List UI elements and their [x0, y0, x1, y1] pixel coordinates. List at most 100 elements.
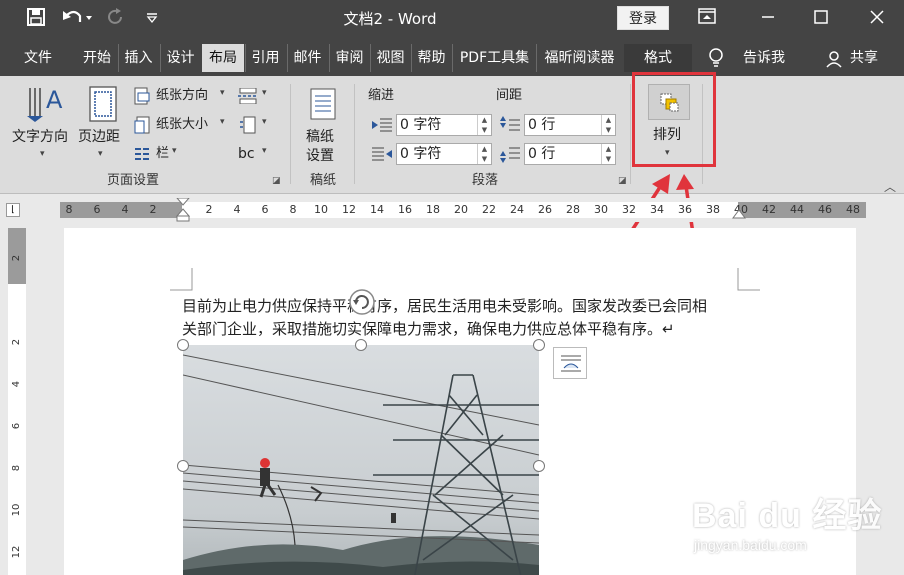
- window-title: 文档2 - Word: [343, 10, 437, 28]
- paper-size-button[interactable]: 纸张大小 ▾: [134, 115, 234, 135]
- spinner-arrows-icon[interactable]: ▲ ▼: [601, 115, 615, 135]
- restore-button[interactable]: [808, 8, 834, 30]
- ruler-tick-label: 30: [594, 203, 608, 216]
- spinner-arrows-icon[interactable]: ▲ ▼: [477, 144, 491, 164]
- word-window: 文档2 - Word 登录 文件 开始 插入 设计 布局 引用 邮件 审阅 视图…: [0, 0, 904, 575]
- rotate-handle-icon[interactable]: [348, 288, 376, 316]
- ruler-tick-label: 8: [65, 203, 73, 216]
- resize-handle[interactable]: [177, 460, 189, 472]
- undo-icon[interactable]: [60, 8, 94, 30]
- ruler-tick-label: 6: [93, 203, 101, 216]
- ribbon-tabs: 文件 开始 插入 设计 布局 引用 邮件 审阅 视图 帮助 PDF工具集 福昕阅…: [0, 38, 904, 76]
- ruler-tick-label: 6: [261, 203, 269, 216]
- ruler-tick-label: 46: [818, 203, 832, 216]
- tab-foxit-reader[interactable]: 福昕阅读器: [536, 44, 622, 72]
- vruler-tick-label: 6: [11, 422, 22, 430]
- vertical-ruler: 2 2 4 6 8 10 12: [0, 228, 28, 575]
- text-direction-button[interactable]: A 文字方向: [12, 84, 72, 154]
- indent-left-icon: [372, 118, 392, 132]
- page-setup-group-label: 页面设置: [106, 173, 159, 188]
- orientation-button[interactable]: 纸张方向 ▾: [134, 86, 234, 106]
- breaks-icon: [238, 88, 258, 104]
- indent-left-value: 0 字符: [400, 117, 442, 133]
- vruler-tick-label: 2: [11, 254, 22, 262]
- spacing-before-input[interactable]: 0 行 ▲ ▼: [524, 114, 616, 136]
- ruler-tick-label: 38: [706, 203, 720, 216]
- spacing-before-value: 0 行: [528, 117, 556, 133]
- ruler-tick-label: 12: [342, 203, 356, 216]
- tab-view[interactable]: 视图: [370, 44, 410, 72]
- indent-right-value: 0 字符: [400, 146, 442, 162]
- tab-format[interactable]: 格式: [624, 44, 692, 72]
- ruler-tick-label: 28: [566, 203, 580, 216]
- resize-handle[interactable]: [177, 339, 189, 351]
- customize-qat-icon[interactable]: [142, 8, 162, 30]
- collapse-ribbon-icon[interactable]: ︿: [884, 178, 896, 195]
- spacing-after-value: 0 行: [528, 146, 556, 162]
- breaks-button[interactable]: ▾: [238, 86, 272, 106]
- selected-picture[interactable]: [183, 345, 539, 575]
- minimize-button[interactable]: [755, 8, 781, 30]
- indent-right-icon: [372, 147, 392, 161]
- ruler-tick-label: 22: [482, 203, 496, 216]
- paragraph-group-label: 段落: [471, 173, 498, 188]
- ribbon-display-options-icon[interactable]: [694, 8, 720, 30]
- manuscript-group-label: 稿纸: [309, 173, 336, 188]
- right-indent-marker-icon[interactable]: [732, 204, 746, 220]
- tab-home[interactable]: 开始: [77, 44, 117, 72]
- horizontal-ruler[interactable]: ⌊ 8 6 4 2 2 4 6 8 10 12 14 16 18 20 22 24 26 28 30 32 34 36 38…: [0, 198, 904, 222]
- ruler-tick-label: 14: [370, 203, 384, 216]
- tab-insert[interactable]: 插入: [118, 44, 158, 72]
- chevron-down-icon: ▾: [220, 117, 225, 127]
- tab-pdf-tools[interactable]: PDF工具集: [452, 44, 536, 72]
- tab-design[interactable]: 设计: [160, 44, 200, 72]
- redo-icon[interactable]: [104, 8, 128, 30]
- indent-left-input[interactable]: 0 字符 ▲ ▼: [396, 114, 492, 136]
- manuscript-icon: [310, 88, 336, 120]
- tab-help[interactable]: 帮助: [411, 44, 451, 72]
- login-button[interactable]: 登录: [617, 6, 669, 30]
- ruler-tick-label: 2: [205, 203, 213, 216]
- ruler-tick-label: 4: [233, 203, 241, 216]
- tab-review[interactable]: 审阅: [329, 44, 369, 72]
- tab-references[interactable]: 引用: [245, 44, 285, 72]
- vruler-tick-label: 12: [11, 545, 22, 559]
- dialog-launcher-icon[interactable]: ◪: [272, 176, 281, 186]
- indent-right-input[interactable]: 0 字符 ▲ ▼: [396, 143, 492, 165]
- highlight-box: [632, 72, 716, 167]
- line-numbers-button[interactable]: ▾: [238, 115, 272, 135]
- columns-icon: [135, 148, 149, 160]
- columns-button[interactable]: 栏 ▾: [134, 144, 194, 164]
- power-tower-photo: [183, 345, 539, 575]
- tab-selector-icon[interactable]: ⌊: [6, 203, 20, 217]
- ruler-tick-label: 34: [650, 203, 664, 216]
- tab-layout[interactable]: 布局: [202, 44, 244, 72]
- spinner-arrows-icon[interactable]: ▲ ▼: [477, 115, 491, 135]
- close-button[interactable]: [864, 8, 890, 30]
- ruler-tick-label: 10: [314, 203, 328, 216]
- resize-handle[interactable]: [533, 339, 545, 351]
- paragraph-line-2[interactable]: 关部门企业，采取措施切实保障电力需求，确保电力供应总体平稳有序。↵: [182, 317, 742, 342]
- spacing-after-input[interactable]: 0 行 ▲ ▼: [524, 143, 616, 165]
- resize-handle[interactable]: [533, 460, 545, 472]
- save-icon[interactable]: [24, 8, 48, 30]
- chevron-down-icon: ▾: [172, 146, 177, 156]
- layout-options-button[interactable]: [553, 347, 587, 379]
- spacing-after-icon: [500, 147, 520, 163]
- paragraph-line-1[interactable]: 目前为止电力供应保持平稳有序，居民生活用电未受影响。国家发改委已会同相: [182, 294, 742, 319]
- tell-me-button[interactable]: 告诉我: [734, 44, 794, 72]
- indent-marker-icon[interactable]: [176, 198, 190, 222]
- ruler-tick-label: 42: [762, 203, 776, 216]
- chevron-down-icon: ▾: [262, 117, 267, 127]
- margins-button[interactable]: 页边距: [78, 84, 130, 154]
- spinner-arrows-icon[interactable]: ▲ ▼: [601, 144, 615, 164]
- tab-file[interactable]: 文件: [14, 44, 62, 72]
- ruler-tick-label: 16: [398, 203, 412, 216]
- manuscript-settings-button[interactable]: 稿纸 设置: [300, 88, 346, 168]
- tab-mailings[interactable]: 邮件: [287, 44, 327, 72]
- share-button[interactable]: 共享: [844, 44, 884, 72]
- hyphenation-button[interactable]: bc ▾: [238, 144, 272, 164]
- resize-handle[interactable]: [355, 339, 367, 351]
- indent-heading: 缩进: [368, 88, 395, 103]
- orientation-label: 纸张方向: [156, 88, 209, 103]
